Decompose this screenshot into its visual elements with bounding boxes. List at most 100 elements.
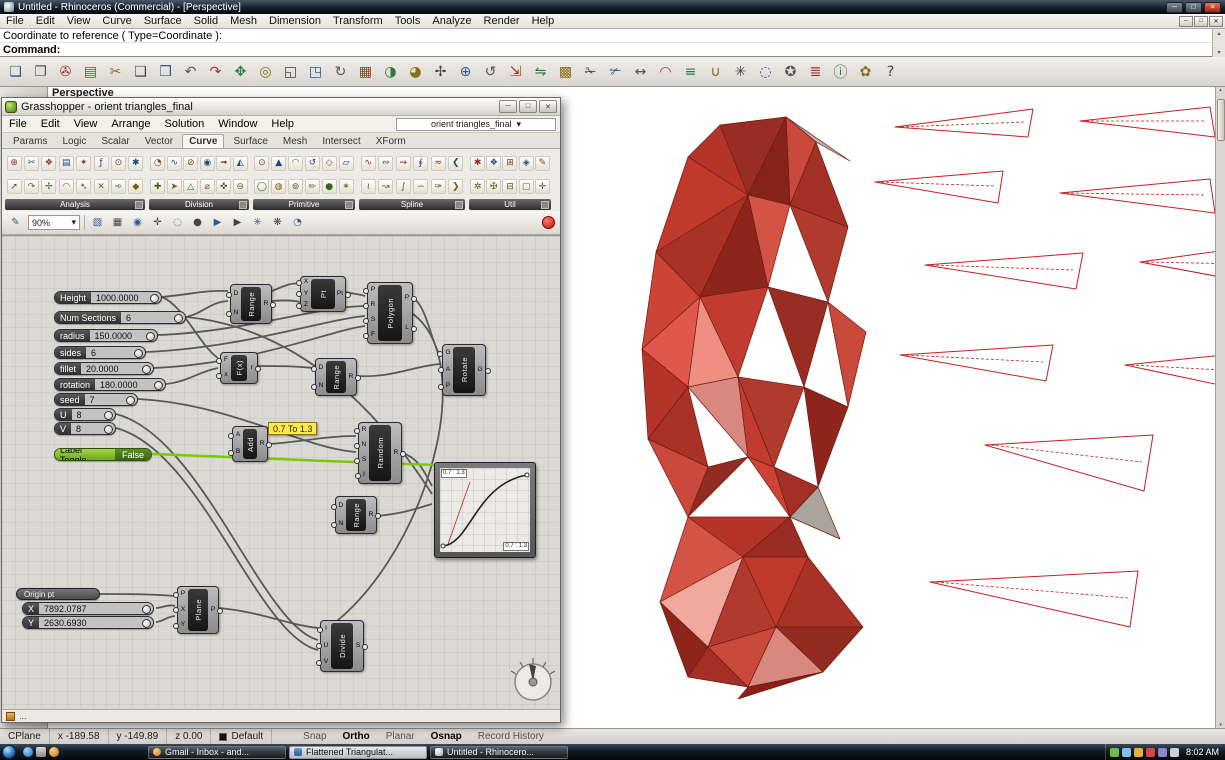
menu-item[interactable]: Curve	[96, 15, 137, 27]
command-scrollbar[interactable]: ▴ ▾	[1212, 29, 1225, 57]
ribbon-group-label[interactable]: Util	[469, 199, 551, 210]
gh-port[interactable]: A	[236, 432, 240, 439]
display-mode-icon[interactable]: ◉	[129, 214, 146, 231]
gh-tool-icon[interactable]: ✢	[41, 179, 56, 194]
tray-volume-icon[interactable]	[1170, 748, 1179, 757]
gh-tool-icon[interactable]: ◭	[233, 156, 248, 171]
scroll-down-icon[interactable]: ▾	[1219, 722, 1222, 728]
scrollbar-thumb[interactable]	[1217, 99, 1225, 141]
task-gmail[interactable]: Gmail - Inbox - and...	[148, 746, 286, 759]
gh-port[interactable]: R	[371, 302, 376, 309]
gh-graph-mapper[interactable]: 0.7 : 1.3 0.7 : 1.3	[434, 462, 536, 558]
pan-icon[interactable]: ✥	[228, 59, 253, 84]
snap-toggle[interactable]: Snap	[296, 731, 333, 742]
preview-shaded-icon[interactable]: ●	[189, 214, 206, 231]
gh-port[interactable]: L	[405, 325, 409, 332]
gh-port[interactable]: D	[234, 291, 239, 298]
explode-icon[interactable]: ✳	[728, 59, 753, 84]
gh-tool-icon[interactable]: ◯	[254, 179, 269, 194]
gh-port[interactable]: S	[362, 457, 366, 464]
cut-icon[interactable]: ✂	[103, 59, 128, 84]
gh-maximize-button[interactable]: □	[519, 100, 537, 113]
gh-port[interactable]: r	[251, 365, 253, 372]
ortho-toggle[interactable]: Ortho	[336, 731, 377, 742]
gh-node-point[interactable]: X Y Z Pt Pt	[300, 276, 346, 312]
ribbon-group-label[interactable]: Primitive	[253, 199, 355, 210]
slider-value[interactable]: 7	[85, 394, 137, 405]
gh-node-add[interactable]: A B Add R	[232, 426, 268, 462]
gh-port[interactable]: F	[224, 357, 228, 364]
gh-tool-icon[interactable]: ⊖	[233, 179, 248, 194]
undo-icon[interactable]: ↶	[178, 59, 203, 84]
gh-slider-rotation[interactable]: rotation 180.0000	[54, 378, 166, 391]
maximize-button[interactable]: □	[1185, 2, 1202, 13]
gh-slider-height[interactable]: Height 1000.0000	[54, 291, 162, 304]
grasshopper-title-bar[interactable]: Grasshopper - orient triangles_final ─ □…	[2, 98, 560, 116]
gh-port[interactable]: P	[405, 295, 409, 302]
slider-value[interactable]: 6	[86, 347, 145, 358]
slider-value[interactable]: 7892.0787	[39, 603, 153, 614]
solve-icon[interactable]: ▶	[209, 214, 226, 231]
zoom-dynamic-icon[interactable]: ◎	[253, 59, 278, 84]
marker-icon[interactable]: ✛	[149, 214, 166, 231]
osnap-toggle[interactable]: Osnap	[424, 731, 469, 742]
gh-tool-icon[interactable]: ✂	[24, 156, 39, 171]
gh-node-range-1[interactable]: D N Range R	[230, 284, 272, 324]
gh-tool-icon[interactable]: ✦	[76, 156, 91, 171]
gh-port[interactable]: Z	[304, 302, 308, 309]
gh-tab[interactable]: Surface	[227, 135, 273, 148]
menu-item[interactable]: Edit	[30, 15, 61, 27]
gh-port[interactable]: I	[363, 472, 365, 479]
tray-antivirus-icon[interactable]	[1146, 748, 1155, 757]
ribbon-group-label[interactable]: Spline	[359, 199, 465, 210]
gh-tool-icon[interactable]: ✑	[431, 179, 446, 194]
gh-tool-icon[interactable]: ↝	[378, 179, 393, 194]
menu-item[interactable]: Help	[526, 15, 561, 27]
gh-tool-icon[interactable]: ∾	[378, 156, 393, 171]
rotate-object-icon[interactable]: ↺	[478, 59, 503, 84]
options-gear-icon[interactable]: ✿	[853, 59, 878, 84]
cplane-button[interactable]: CPlane	[0, 729, 50, 744]
gh-tool-icon[interactable]: ◉	[200, 156, 215, 171]
fillet-icon[interactable]: ◠	[653, 59, 678, 84]
gh-tool-icon[interactable]: ↷	[24, 179, 39, 194]
menu-item[interactable]: File	[0, 15, 30, 27]
gh-menu-item[interactable]: Arrange	[104, 118, 157, 130]
print-icon[interactable]: ▤	[78, 59, 103, 84]
gh-menu-item[interactable]: Solution	[158, 118, 212, 130]
gh-tool-icon[interactable]: ➴	[76, 179, 91, 194]
gh-tool-icon[interactable]: ◇	[322, 156, 337, 171]
gh-tool-icon[interactable]: ⊕	[7, 156, 22, 171]
gh-port[interactable]: R	[349, 374, 354, 381]
new-file-icon[interactable]: ❏	[3, 59, 28, 84]
gh-tool-icon[interactable]: ⇝	[396, 156, 411, 171]
gh-tool-icon[interactable]: ➟	[216, 156, 231, 171]
gh-tool-icon[interactable]: ❖	[486, 156, 501, 171]
zoom-extents-icon[interactable]: ◳	[303, 59, 328, 84]
mirror-icon[interactable]: ⇋	[528, 59, 553, 84]
gh-port[interactable]: R	[264, 301, 269, 308]
mdi-close-button[interactable]: ✕	[1209, 16, 1223, 27]
gh-tool-icon[interactable]: ⊙	[254, 156, 269, 171]
copy-object-icon[interactable]: ⊕	[453, 59, 478, 84]
gh-tool-icon[interactable]: ≈	[431, 156, 446, 171]
gh-tool-icon[interactable]: ∫	[396, 179, 411, 194]
gh-tool-icon[interactable]: ◠	[59, 179, 74, 194]
gh-slider-radius[interactable]: radius 150.0000	[54, 329, 158, 342]
sketch-tool-icon[interactable]: ✎	[7, 214, 24, 231]
gh-tool-icon[interactable]: ⊞	[502, 156, 517, 171]
minimize-button[interactable]: ─	[1166, 2, 1183, 13]
gh-port[interactable]: R	[260, 441, 265, 448]
gh-slider-x[interactable]: X 7892.0787	[22, 602, 154, 615]
save-icon[interactable]: ✇	[53, 59, 78, 84]
gh-tool-icon[interactable]: ✏	[305, 179, 320, 194]
gh-tab[interactable]: Logic	[56, 135, 92, 148]
tray-display-icon[interactable]	[1158, 748, 1167, 757]
gh-node-rotate[interactable]: G A P Rotate G	[442, 344, 486, 396]
gh-port[interactable]: A	[446, 367, 450, 374]
gh-port[interactable]: P	[181, 591, 185, 598]
task-flattened[interactable]: Flattened Triangulat...	[289, 746, 427, 759]
move-icon[interactable]: ✢	[428, 59, 453, 84]
mdi-minimize-button[interactable]: ─	[1179, 16, 1193, 27]
zoom-window-icon[interactable]: ◱	[278, 59, 303, 84]
